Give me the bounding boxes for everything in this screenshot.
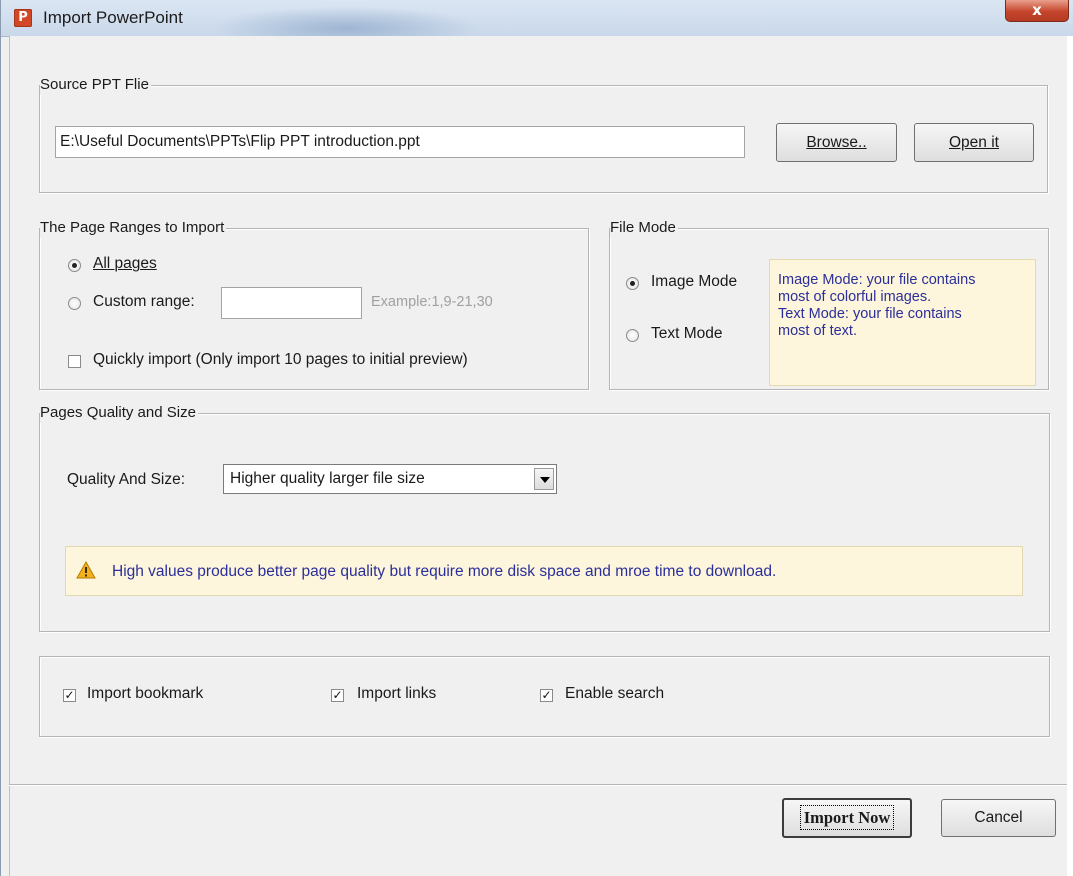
source-path-field[interactable]: E:\Useful Documents\PPTs\Flip PPT introd… (55, 126, 745, 158)
text-mode-label[interactable]: Text Mode (651, 325, 723, 343)
custom-range-input[interactable] (221, 287, 362, 319)
image-mode-radio[interactable] (626, 277, 639, 290)
window-title: Import PowerPoint (43, 8, 183, 27)
import-bookmark-checkbox[interactable]: ✓ (63, 689, 76, 702)
title-bar[interactable]: P Import PowerPoint x (1, 0, 1073, 50)
import-bookmark-label[interactable]: Import bookmark (87, 685, 203, 703)
image-mode-label[interactable]: Image Mode (651, 273, 737, 291)
chevron-down-icon[interactable] (534, 468, 554, 490)
all-pages-radio[interactable] (68, 259, 81, 272)
quality-size-label: Quality And Size: (67, 471, 186, 488)
checkmark-icon: ✓ (332, 688, 343, 702)
quality-size-legend: Pages Quality and Size (40, 403, 198, 423)
custom-range-example: Example:1,9-21,30 (371, 294, 493, 310)
cancel-button[interactable]: Cancel (941, 799, 1056, 837)
import-links-checkbox[interactable]: ✓ (331, 689, 344, 702)
source-file-legend: Source PPT Flie (40, 75, 151, 95)
quick-import-label[interactable]: Quickly import (Only import 10 pages to … (93, 351, 468, 369)
close-icon: x (1032, 1, 1042, 19)
file-mode-legend: File Mode (610, 218, 678, 238)
open-it-button[interactable]: Open it (914, 123, 1034, 162)
open-it-button-label: Open it (949, 134, 999, 151)
checkmark-icon: ✓ (541, 688, 552, 702)
file-mode-info-line: Image Mode: your file contains (778, 272, 976, 288)
quality-size-selected-value: Higher quality larger file size (230, 470, 425, 487)
dialog-window: P Import PowerPoint x Source PPT Flie E:… (0, 0, 1073, 876)
cancel-button-label: Cancel (974, 809, 1023, 826)
import-now-button[interactable]: Import Now (782, 798, 912, 838)
quality-size-select[interactable]: Higher quality larger file size (223, 464, 557, 494)
import-now-button-label: Import Now (799, 805, 895, 830)
browse-button[interactable]: Browse.. (776, 123, 897, 162)
import-links-label[interactable]: Import links (357, 685, 436, 703)
file-mode-info-box: Image Mode: your file contains most of c… (769, 259, 1036, 386)
file-mode-info-line: most of colorful images. (778, 289, 932, 305)
text-mode-radio[interactable] (626, 329, 639, 342)
page-ranges-legend: The Page Ranges to Import (40, 218, 227, 238)
quick-import-checkbox[interactable] (68, 355, 81, 368)
all-pages-label[interactable]: All pages (93, 255, 157, 273)
checkmark-icon: ✓ (64, 688, 75, 702)
close-button[interactable]: x (1005, 0, 1069, 22)
enable-search-label[interactable]: Enable search (565, 685, 664, 703)
custom-range-label[interactable]: Custom range: (93, 293, 195, 311)
window-right-edge (1067, 36, 1073, 876)
file-mode-info-line: Text Mode: your file contains (778, 306, 962, 322)
custom-range-radio[interactable] (68, 297, 81, 310)
quality-size-group: Pages Quality and Size (39, 403, 1050, 632)
file-mode-info-line: most of text. (778, 323, 857, 339)
footer-separator (9, 784, 1067, 786)
quality-warning-text: High values produce better page quality … (112, 563, 777, 580)
browse-button-label: Browse.. (806, 134, 867, 151)
quality-warning-box: High values produce better page quality … (65, 546, 1023, 596)
enable-search-checkbox[interactable]: ✓ (540, 689, 553, 702)
powerpoint-icon: P (14, 9, 32, 27)
warning-triangle-icon (76, 561, 96, 579)
